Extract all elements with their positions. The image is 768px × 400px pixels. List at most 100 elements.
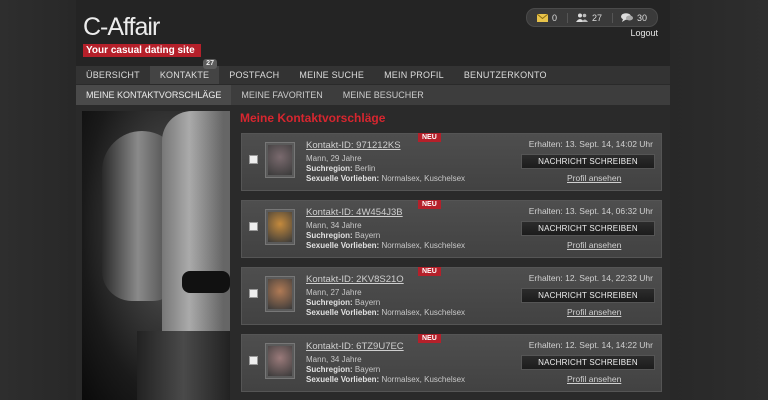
thumbnail-image: [268, 212, 292, 242]
received-date: Erhalten: 13. Sept. 14, 14:02 Uhr: [528, 139, 653, 149]
region-value: Bayern: [354, 231, 381, 240]
envelope-icon: [536, 13, 548, 22]
chat-count: 30: [636, 12, 647, 23]
contact-card: Kontakt-ID: 4W454J3B NEU Mann, 34 Jahre …: [241, 200, 662, 258]
contact-preferences: Sexuelle Vorlieben: Normalsex, Kuschelse…: [306, 375, 465, 385]
view-profile-link[interactable]: Profil ansehen: [567, 173, 621, 183]
contact-id-link[interactable]: Kontakt-ID: 2KV8S21O: [306, 274, 404, 285]
contacts-counter[interactable]: 27: [566, 12, 606, 23]
preferences-label: Sexuelle Vorlieben:: [306, 308, 380, 317]
subnav-besucher[interactable]: MEINE BESUCHER: [333, 85, 434, 105]
chat-bubble-icon: [620, 13, 633, 22]
nav-uebersicht[interactable]: ÜBERSICHT: [76, 66, 150, 84]
contact-preferences: Sexuelle Vorlieben: Normalsex, Kuschelse…: [306, 241, 465, 251]
logout-link[interactable]: Logout: [630, 28, 658, 38]
chat-counter[interactable]: 30: [611, 12, 651, 23]
contact-card: Kontakt-ID: 971212KS NEU Mann, 29 Jahre …: [241, 133, 662, 191]
contact-thumbnail[interactable]: [265, 276, 295, 312]
new-badge: NEU: [418, 133, 441, 142]
thumbnail-image: [268, 145, 292, 175]
logo[interactable]: C-Affair Your casual dating site: [83, 14, 201, 58]
kontakte-count-badge: 27: [203, 59, 218, 69]
background-right: [670, 0, 768, 400]
nav-kontakte-label: KONTAKTE: [159, 70, 210, 80]
received-date: Erhalten: 13. Sept. 14, 06:32 Uhr: [528, 206, 653, 216]
sub-nav: MEINE KONTAKTVORSCHLÄGE MEINE FAVORITEN …: [76, 85, 670, 105]
subnav-favoriten[interactable]: MEINE FAVORITEN: [231, 85, 332, 105]
view-profile-link[interactable]: Profil ansehen: [567, 240, 621, 250]
subnav-kontaktvorschlaege[interactable]: MEINE KONTAKTVORSCHLÄGE: [76, 85, 232, 105]
region-label: Suchregion:: [306, 231, 353, 240]
messages-counter[interactable]: 0: [533, 13, 561, 23]
contact-id-link[interactable]: Kontakt-ID: 971212KS: [306, 140, 401, 151]
contact-id-link[interactable]: Kontakt-ID: 4W454J3B: [306, 207, 403, 218]
preferences-value: Normalsex, Kuschelsex: [381, 174, 466, 183]
received-date: Erhalten: 12. Sept. 14, 22:32 Uhr: [528, 273, 653, 283]
nav-mein-profil[interactable]: MEIN PROFIL: [374, 66, 454, 84]
contact-id-link[interactable]: Kontakt-ID: 6TZ9U7EC: [306, 341, 404, 352]
contact-region: Suchregion: Berlin: [306, 164, 465, 174]
contact-checkbox[interactable]: [249, 356, 258, 365]
preferences-value: Normalsex, Kuschelsex: [381, 308, 466, 317]
preferences-label: Sexuelle Vorlieben:: [306, 174, 380, 183]
contact-age: Mann, 27 Jahre: [306, 288, 362, 297]
region-value: Bayern: [354, 298, 381, 307]
contact-age: Mann, 34 Jahre: [306, 221, 362, 230]
photo-shape: [182, 271, 230, 293]
nav-kontakte[interactable]: KONTAKTE 27: [149, 59, 220, 84]
contact-card: Kontakt-ID: 6TZ9U7EC NEU Mann, 34 Jahre …: [241, 334, 662, 392]
background-left: [0, 0, 76, 400]
promo-photo: [82, 111, 230, 400]
contact-preferences: Sexuelle Vorlieben: Normalsex, Kuschelse…: [306, 308, 465, 318]
contact-thumbnail[interactable]: [265, 209, 295, 245]
write-message-button[interactable]: NACHRICHT SCHREIBEN: [521, 221, 655, 236]
new-badge: NEU: [418, 267, 441, 276]
notification-counters: 0 27 30: [525, 8, 658, 27]
contact-info: Mann, 27 Jahre Suchregion: Bayern Sexuel…: [306, 288, 465, 318]
contacts-count: 27: [591, 12, 602, 23]
write-message-button[interactable]: NACHRICHT SCHREIBEN: [521, 288, 655, 303]
nav-meine-suche[interactable]: MEINE SUCHE: [289, 66, 374, 84]
contact-age: Mann, 34 Jahre: [306, 355, 362, 364]
view-profile-link[interactable]: Profil ansehen: [567, 374, 621, 384]
contact-region: Suchregion: Bayern: [306, 231, 465, 241]
region-value: Berlin: [354, 164, 376, 173]
preferences-label: Sexuelle Vorlieben:: [306, 241, 380, 250]
preferences-value: Normalsex, Kuschelsex: [381, 375, 466, 384]
nav-postfach[interactable]: POSTFACH: [219, 66, 289, 84]
contact-preferences: Sexuelle Vorlieben: Normalsex, Kuschelse…: [306, 174, 465, 184]
preferences-value: Normalsex, Kuschelsex: [381, 241, 466, 250]
new-badge: NEU: [418, 200, 441, 209]
contact-card: Kontakt-ID: 2KV8S21O NEU Mann, 27 Jahre …: [241, 267, 662, 325]
logo-text: C-Affair: [83, 13, 160, 41]
region-label: Suchregion:: [306, 164, 353, 173]
contact-checkbox[interactable]: [249, 222, 258, 231]
contact-checkbox[interactable]: [249, 289, 258, 298]
contact-age: Mann, 29 Jahre: [306, 154, 362, 163]
photo-shape: [137, 331, 230, 400]
region-label: Suchregion:: [306, 365, 353, 374]
users-icon: [575, 13, 588, 22]
section-title: Meine Kontaktvorschläge: [240, 111, 386, 125]
contact-info: Mann, 34 Jahre Suchregion: Bayern Sexuel…: [306, 221, 465, 251]
view-profile-link[interactable]: Profil ansehen: [567, 307, 621, 317]
contact-region: Suchregion: Bayern: [306, 365, 465, 375]
preferences-label: Sexuelle Vorlieben:: [306, 375, 380, 384]
contact-thumbnail[interactable]: [265, 142, 295, 178]
received-date: Erhalten: 12. Sept. 14, 14:22 Uhr: [528, 340, 653, 350]
main-nav: ÜBERSICHT KONTAKTE 27 POSTFACH MEINE SUC…: [76, 59, 670, 84]
thumbnail-image: [268, 279, 292, 309]
contact-thumbnail[interactable]: [265, 343, 295, 379]
contact-region: Suchregion: Bayern: [306, 298, 465, 308]
tagline: Your casual dating site: [83, 44, 201, 57]
thumbnail-image: [268, 346, 292, 376]
write-message-button[interactable]: NACHRICHT SCHREIBEN: [521, 154, 655, 169]
write-message-button[interactable]: NACHRICHT SCHREIBEN: [521, 355, 655, 370]
contact-checkbox[interactable]: [249, 155, 258, 164]
new-badge: NEU: [418, 334, 441, 343]
contact-info: Mann, 29 Jahre Suchregion: Berlin Sexuel…: [306, 154, 465, 184]
nav-benutzerkonto[interactable]: BENUTZERKONTO: [454, 66, 557, 84]
region-value: Bayern: [354, 365, 381, 374]
messages-count: 0: [551, 12, 557, 23]
header: C-Affair Your casual dating site 0 27 30…: [76, 0, 670, 66]
